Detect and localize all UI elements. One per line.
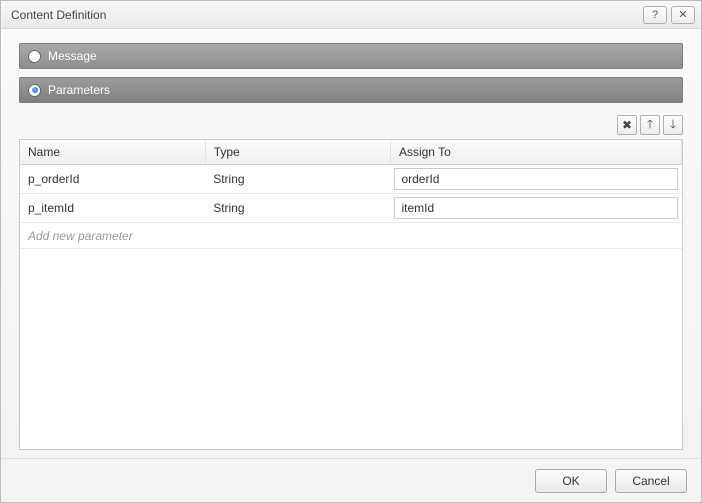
dialog-title: Content Definition (11, 8, 643, 22)
move-up-button[interactable]: 🡑 (640, 115, 660, 135)
close-icon: ✕ (678, 8, 687, 21)
delete-button[interactable]: ✖ (617, 115, 637, 135)
cell-name[interactable]: p_orderId (20, 165, 205, 194)
arrow-down-icon: 🡓 (670, 115, 676, 136)
assign-to-input[interactable] (394, 197, 677, 219)
move-down-button[interactable]: 🡓 (663, 115, 683, 135)
ok-button[interactable]: OK (535, 469, 607, 493)
content-definition-dialog: Content Definition ? ✕ Message Parameter… (0, 0, 702, 503)
table-row[interactable]: p_itemId String (20, 194, 682, 223)
table-row[interactable]: p_orderId String (20, 165, 682, 194)
radio-dot-icon (32, 87, 38, 93)
option-message-label: Message (48, 49, 97, 63)
help-icon: ? (652, 9, 658, 21)
col-header-type[interactable]: Type (205, 140, 390, 165)
arrow-up-icon: 🡑 (647, 115, 653, 136)
col-header-assign[interactable]: Assign To (390, 140, 681, 165)
cell-name[interactable]: p_itemId (20, 194, 205, 223)
option-parameters[interactable]: Parameters (19, 77, 683, 103)
add-parameter-row[interactable]: Add new parameter (20, 223, 682, 249)
option-parameters-label: Parameters (48, 83, 110, 97)
parameters-table-wrap: Name Type Assign To p_orderId String (19, 139, 683, 450)
help-button[interactable]: ? (643, 6, 667, 24)
titlebar-buttons: ? ✕ (643, 6, 695, 24)
option-message[interactable]: Message (19, 43, 683, 69)
cell-type[interactable]: String (205, 165, 390, 194)
radio-icon (28, 50, 41, 63)
dialog-content: Message Parameters ✖ 🡑 🡓 (1, 29, 701, 458)
cell-assign[interactable] (390, 165, 681, 194)
cancel-button[interactable]: Cancel (615, 469, 687, 493)
parameters-table: Name Type Assign To p_orderId String (20, 140, 682, 249)
table-header-row: Name Type Assign To (20, 140, 682, 165)
cell-assign[interactable] (390, 194, 681, 223)
table-toolbar: ✖ 🡑 🡓 (19, 115, 683, 135)
dialog-footer: OK Cancel (1, 458, 701, 502)
add-parameter-label[interactable]: Add new parameter (20, 223, 682, 249)
delete-icon: ✖ (622, 118, 632, 132)
titlebar: Content Definition ? ✕ (1, 1, 701, 29)
cell-type[interactable]: String (205, 194, 390, 223)
col-header-name[interactable]: Name (20, 140, 205, 165)
close-button[interactable]: ✕ (671, 6, 695, 24)
radio-icon (28, 84, 41, 97)
assign-to-input[interactable] (394, 168, 677, 190)
